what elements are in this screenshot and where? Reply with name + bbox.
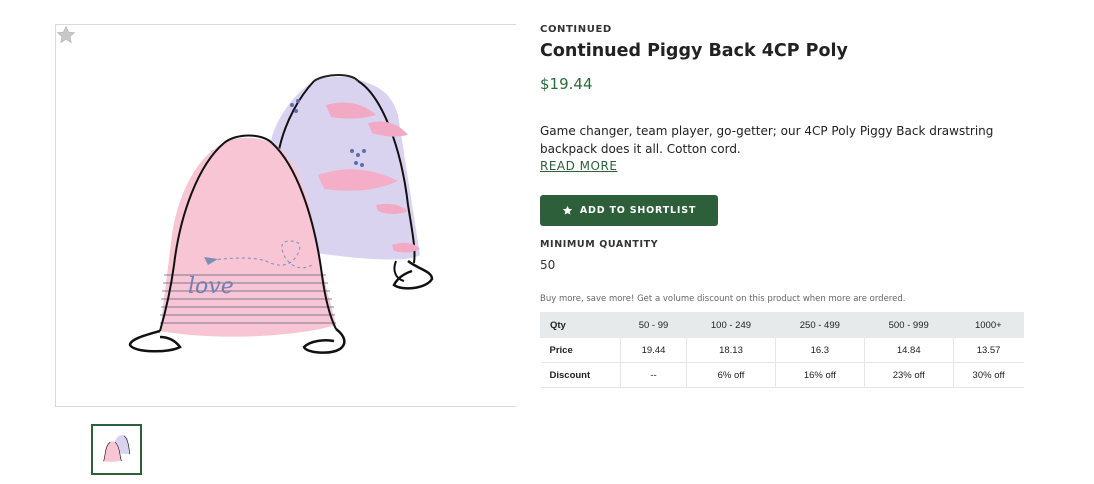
table-header-cell: 250 - 499 xyxy=(774,312,865,338)
product-thumbnail[interactable] xyxy=(91,424,142,475)
pricing-table: Qty 50 - 99 100 - 249 250 - 499 500 - 99… xyxy=(540,312,1025,388)
volume-discount-note: Buy more, save more! Get a volume discou… xyxy=(540,294,906,304)
table-cell: 14.84 xyxy=(863,337,954,363)
product-brand: CONTINUED xyxy=(540,24,612,35)
shortlist-button-label: ADD TO SHORTLIST xyxy=(579,205,697,216)
table-header-cell: 1000+ xyxy=(952,312,1025,338)
product-price: $19.44 xyxy=(540,75,593,93)
table-cell: 23% off xyxy=(863,362,954,388)
table-cell: -- xyxy=(619,362,688,388)
pricing-header-row: Qty 50 - 99 100 - 249 250 - 499 500 - 99… xyxy=(540,312,1025,338)
table-cell: 16% off xyxy=(774,362,865,388)
table-cell: Discount xyxy=(540,362,621,388)
star-icon xyxy=(562,205,573,215)
table-row: Price 19.44 18.13 16.3 14.84 13.57 xyxy=(540,337,1024,363)
table-cell: 16.3 xyxy=(774,337,865,363)
table-cell: 30% off xyxy=(952,362,1024,388)
table-cell: Price xyxy=(540,337,621,363)
table-header-cell: 500 - 999 xyxy=(863,312,954,338)
product-title: Continued Piggy Back 4CP Poly xyxy=(540,41,848,61)
read-more-link[interactable]: READ MORE xyxy=(540,159,617,173)
product-description: Game changer, team player, go-getter; ou… xyxy=(540,124,994,156)
table-cell: 6% off xyxy=(686,362,776,388)
table-cell: 13.57 xyxy=(952,337,1024,363)
table-header-cell: 100 - 249 xyxy=(686,312,776,338)
star-icon[interactable] xyxy=(56,25,76,45)
drawstring-bags-illustration: love xyxy=(128,74,434,354)
bag-love-text: love xyxy=(188,274,234,299)
table-row: Discount -- 6% off 16% off 23% off 30% o… xyxy=(540,362,1024,388)
minimum-quantity-label: MINIMUM QUANTITY xyxy=(540,239,659,250)
minimum-quantity-value: 50 xyxy=(540,258,556,272)
table-cell: 18.13 xyxy=(686,337,776,363)
table-header-cell: Qty xyxy=(540,312,621,338)
add-to-shortlist-button[interactable]: ADD TO SHORTLIST xyxy=(540,195,718,226)
thumbnail-image xyxy=(103,435,131,462)
product-main-image: love xyxy=(55,24,516,407)
table-cell: 19.44 xyxy=(619,337,688,363)
table-header-cell: 50 - 99 xyxy=(619,312,688,338)
